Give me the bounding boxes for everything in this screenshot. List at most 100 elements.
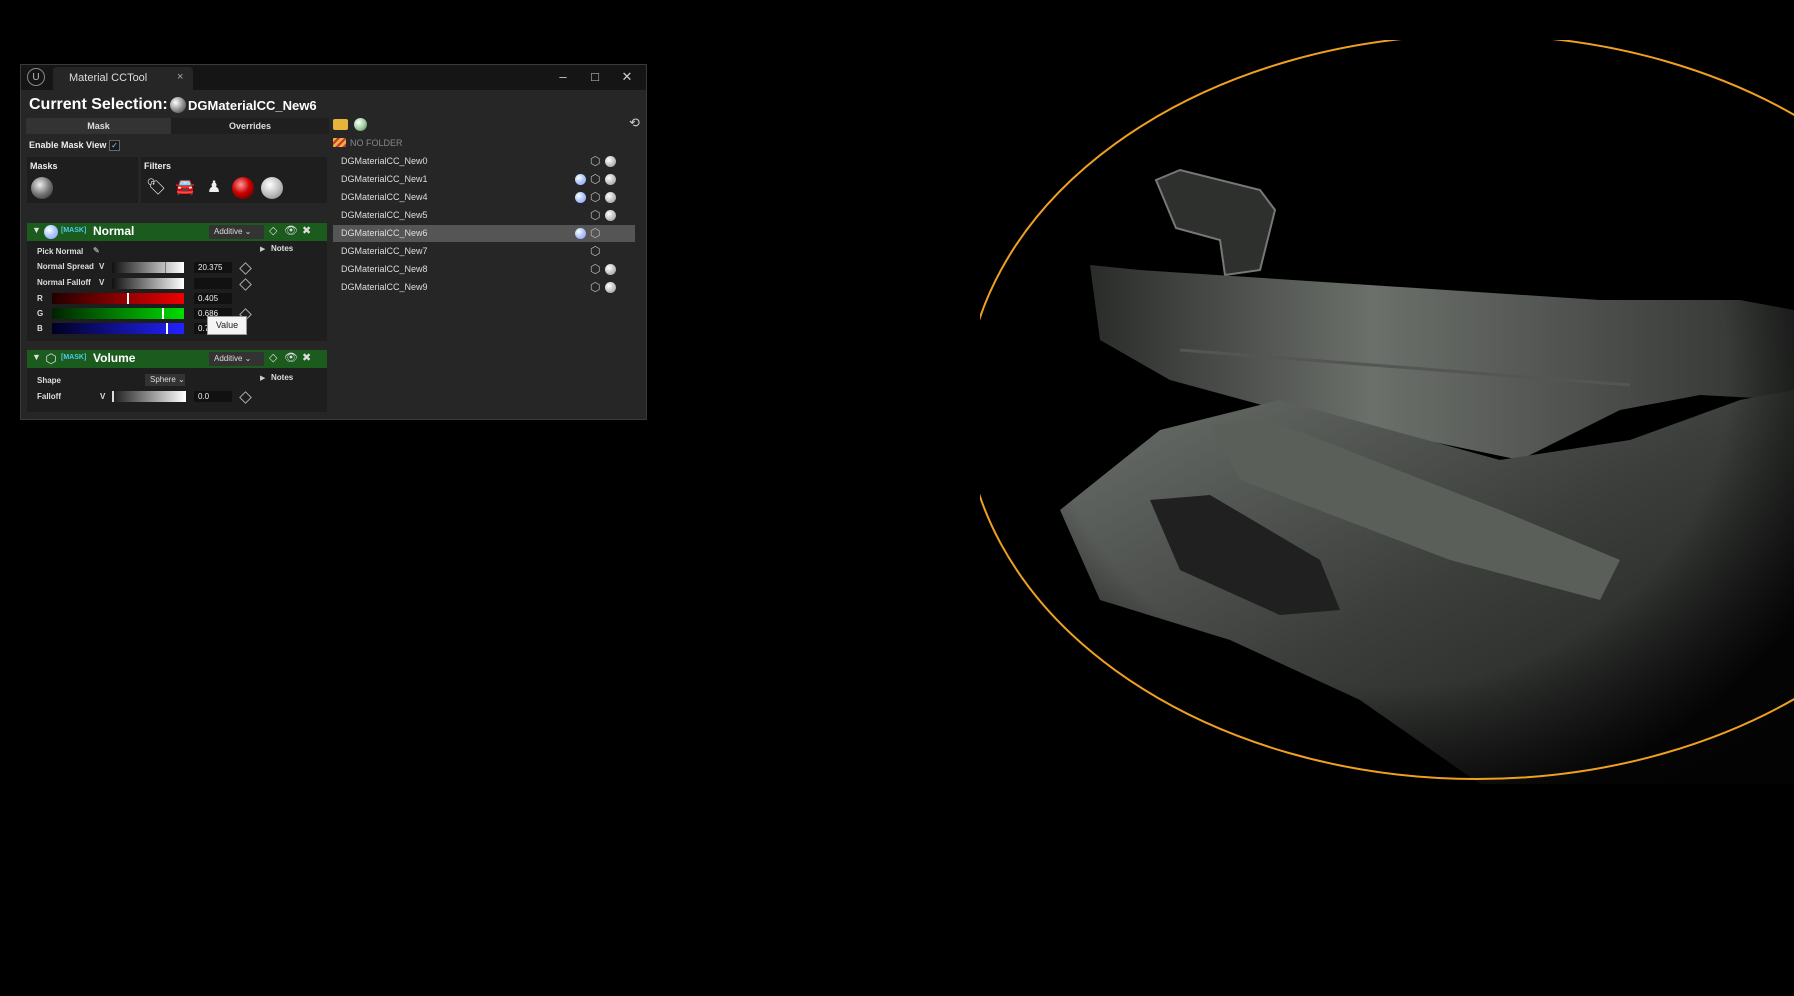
delete-x-icon[interactable]: ✖	[302, 351, 311, 364]
tag-icon[interactable]: 🏷	[145, 177, 167, 199]
list-item[interactable]: DGMaterialCC_New5 ⬡	[333, 207, 635, 224]
falloff-value[interactable]: 0.0	[194, 391, 232, 402]
green-channel-handle[interactable]	[162, 308, 164, 319]
normal-falloff-flag: V	[99, 278, 105, 287]
cube-icon[interactable]: ⬡	[590, 173, 600, 185]
normal-spread-flag: V	[99, 262, 105, 271]
notes-toggle[interactable]: Notes	[271, 373, 293, 382]
collapse-caret-icon[interactable]: ▼	[32, 352, 41, 362]
keyframe-diamond-icon[interactable]	[239, 262, 252, 275]
tab-mask[interactable]: Mask	[26, 118, 171, 134]
cube-icon[interactable]: ⬡	[590, 227, 600, 239]
material-ball-icon	[170, 97, 186, 113]
enable-mask-view-checkbox[interactable]: ✓	[109, 140, 120, 151]
no-folder-label: NO FOLDER	[350, 138, 403, 148]
masks-section: Masks	[27, 157, 138, 203]
mask-sphere-icon[interactable]	[31, 177, 53, 199]
white-material-ball-icon[interactable]	[605, 156, 616, 167]
white-material-ball-icon[interactable]	[605, 210, 616, 221]
white-material-ball-icon[interactable]	[605, 192, 616, 203]
list-item[interactable]: DGMaterialCC_New1 ⬡	[333, 171, 635, 188]
minimize-button[interactable]: –	[552, 68, 574, 86]
cube-icon[interactable]: ⬡	[590, 191, 600, 203]
tab-overrides[interactable]: Overrides	[171, 118, 329, 134]
eyedropper-icon[interactable]: ✎	[93, 246, 100, 255]
current-selection-label: Current Selection:	[29, 96, 168, 113]
list-item[interactable]: DGMaterialCC_New9 ⬡	[333, 279, 635, 296]
shape-dropdown[interactable]: Sphere ⌄	[145, 374, 185, 386]
keyframe-diamond-icon[interactable]: ◇	[269, 224, 277, 237]
tab-material-cctool[interactable]: Material CCTool ×	[53, 67, 193, 90]
normal-sphere-icon	[44, 225, 58, 239]
blue-channel-handle[interactable]	[166, 323, 168, 334]
white-material-ball-icon[interactable]	[605, 282, 616, 293]
layer-name-volume: Volume	[93, 351, 136, 365]
cube-icon[interactable]: ⬡	[590, 155, 600, 167]
title-bar[interactable]: U Material CCTool × – □ ✕	[21, 65, 646, 90]
normal-layer-header[interactable]: ▼ [MASK] Normal Additive ⌄ ◇ 👁 ✖	[27, 223, 327, 241]
list-item[interactable]: DGMaterialCC_New0 ⬡	[333, 153, 635, 170]
blue-channel-label: B	[37, 324, 43, 333]
normal-falloff-slider[interactable]	[112, 278, 184, 289]
pastel-material-ball-icon	[575, 174, 586, 185]
list-item-name: DGMaterialCC_New1	[341, 174, 428, 184]
cube-icon[interactable]: ⬡	[590, 263, 600, 275]
pick-normal-label: Pick Normal	[37, 247, 84, 256]
list-item-name: DGMaterialCC_New8	[341, 264, 428, 274]
cube-icon[interactable]: ⬡	[590, 245, 600, 257]
white-material-ball-icon[interactable]	[605, 174, 616, 185]
maximize-button[interactable]: □	[584, 68, 606, 86]
normal-falloff-value[interactable]	[194, 278, 232, 289]
keyframe-diamond-icon[interactable]	[239, 278, 252, 291]
enable-mask-view-label: Enable Mask View	[29, 140, 107, 150]
bottle-icon[interactable]: ♟	[203, 177, 225, 199]
list-item[interactable]: DGMaterialCC_New7 ⬡	[333, 243, 635, 260]
list-item[interactable]: DGMaterialCC_New4 ⬡	[333, 189, 635, 206]
notes-expand-icon[interactable]: ▶	[260, 374, 265, 382]
red-channel-handle[interactable]	[127, 293, 129, 304]
list-item-name: DGMaterialCC_New7	[341, 246, 428, 256]
tab-close-icon[interactable]: ×	[177, 71, 183, 83]
volume-layer-header[interactable]: ▼ ⬡ [MASK] Volume Additive ⌄ ◇ 👁 ✖	[27, 350, 327, 368]
add-folder-icon[interactable]	[333, 119, 348, 130]
current-selection-name: DGMaterialCC_New6	[188, 98, 317, 113]
red-channel-label: R	[37, 294, 43, 303]
normal-spread-value[interactable]: 20.375	[194, 262, 232, 273]
keyframe-diamond-icon[interactable]: ◇	[269, 351, 277, 364]
3d-viewport[interactable]	[964, 34, 1794, 784]
mask-tag: [MASK]	[61, 354, 87, 361]
cube-icon[interactable]: ⬡	[590, 281, 600, 293]
blend-mode-dropdown[interactable]: Additive ⌄	[209, 225, 264, 239]
list-item[interactable]: DGMaterialCC_New6 ⬡	[333, 225, 635, 242]
list-item[interactable]: DGMaterialCC_New8 ⬡	[333, 261, 635, 278]
eye-icon[interactable]: 👁	[284, 224, 298, 237]
blue-channel-slider[interactable]	[52, 323, 184, 334]
close-window-button[interactable]: ✕	[616, 68, 638, 86]
keyframe-diamond-icon[interactable]	[239, 391, 252, 404]
refresh-icon[interactable]: ⟲	[629, 115, 640, 131]
green-channel-label: G	[37, 309, 44, 318]
normal-spread-handle[interactable]	[165, 262, 166, 273]
falloff-slider[interactable]	[112, 391, 186, 402]
mask-tag: [MASK]	[61, 227, 87, 234]
white-material-ball-icon[interactable]	[261, 177, 283, 199]
cube-icon[interactable]: ⬡	[590, 209, 600, 221]
filters-title: Filters	[144, 161, 172, 171]
notes-toggle[interactable]: Notes	[271, 244, 293, 253]
car-icon[interactable]: 🚘	[174, 177, 196, 199]
red-channel-slider[interactable]	[52, 293, 184, 304]
volume-mask-layer: ▼ ⬡ [MASK] Volume Additive ⌄ ◇ 👁 ✖ Shape…	[27, 350, 327, 412]
add-material-icon[interactable]	[354, 118, 367, 131]
delete-x-icon[interactable]: ✖	[302, 224, 311, 237]
green-channel-slider[interactable]	[52, 308, 184, 319]
blend-mode-dropdown[interactable]: Additive ⌄	[209, 352, 264, 366]
notes-expand-icon[interactable]: ▶	[260, 245, 265, 253]
eye-icon[interactable]: 👁	[284, 351, 298, 364]
red-material-ball-icon[interactable]	[232, 177, 254, 199]
red-channel-value[interactable]: 0.405	[194, 293, 232, 304]
unreal-logo-icon: U	[27, 68, 45, 86]
collapse-caret-icon[interactable]: ▼	[32, 225, 41, 235]
list-item-name: DGMaterialCC_New0	[341, 156, 428, 166]
white-material-ball-icon[interactable]	[605, 264, 616, 275]
normal-spread-slider[interactable]	[112, 262, 184, 273]
